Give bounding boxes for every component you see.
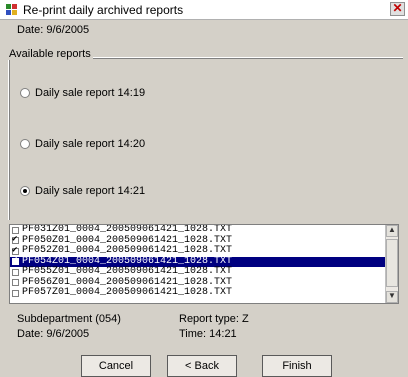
finish-button-label: Finish: [282, 360, 312, 372]
cancel-button-label: Cancel: [98, 360, 134, 372]
back-button[interactable]: < Back: [167, 355, 237, 377]
title-bar: Re-print daily archived reports ✕: [0, 0, 408, 20]
file-name: PF057Z01_0004_200509061421_1028.TXT: [22, 287, 233, 298]
radio-report-1420[interactable]: Daily sale report 14:20: [20, 138, 145, 150]
file-checkbox[interactable]: ✔: [12, 234, 19, 245]
file-checkbox[interactable]: [12, 268, 19, 276]
close-icon: ✕: [392, 1, 403, 15]
check-icon: ✔: [12, 234, 18, 245]
file-name: PF055Z01_0004_200509061421_1028.TXT: [22, 266, 233, 277]
radio-label: Daily sale report 14:21: [35, 185, 146, 197]
scroll-thumb[interactable]: [386, 239, 398, 287]
group-title: Available reports: [7, 48, 93, 60]
file-checkbox[interactable]: [12, 226, 19, 234]
check-icon: ✔: [12, 255, 18, 266]
radio-circle: [20, 139, 30, 149]
chevron-up-icon: ▲: [388, 225, 396, 234]
file-checkbox[interactable]: [12, 279, 19, 287]
file-checkbox[interactable]: ✔: [12, 244, 19, 255]
list-item[interactable]: PF055Z01_0004_200509061421_1028.TXT: [10, 266, 385, 278]
time-label: Time: 14:21: [179, 328, 237, 340]
scroll-up-button[interactable]: ▲: [386, 225, 398, 237]
file-list-scrollbar[interactable]: ▲ ▼: [385, 225, 398, 303]
file-list[interactable]: PF031Z01_0004_200509061421_1028.TXT ✔ PF05…: [9, 224, 399, 304]
cancel-button[interactable]: Cancel: [81, 355, 151, 377]
window-title: Re-print daily archived reports: [23, 3, 184, 17]
finish-button[interactable]: Finish: [262, 355, 332, 377]
subdepartment-label: Subdepartment (054): [17, 313, 121, 325]
chevron-down-icon: ▼: [388, 291, 396, 300]
radio-dot: [23, 189, 27, 193]
scroll-down-button[interactable]: ▼: [386, 291, 398, 303]
report-type-label: Report type: Z: [179, 313, 249, 325]
list-item[interactable]: PF031Z01_0004_200509061421_1028.TXT: [10, 225, 385, 236]
radio-circle: [20, 88, 30, 98]
file-name: PF052Z01_0004_200509061421_1028.TXT: [22, 245, 233, 256]
file-list-items: PF031Z01_0004_200509061421_1028.TXT ✔ PF05…: [10, 225, 385, 303]
date-label: Date: 9/6/2005: [17, 24, 90, 36]
list-item[interactable]: PF057Z01_0004_200509061421_1028.TXT: [10, 287, 385, 299]
app-icon: [6, 4, 17, 15]
radio-circle: [20, 186, 30, 196]
list-item[interactable]: ✔ PF052Z01_0004_200509061421_1028.TXT: [10, 244, 385, 257]
close-button[interactable]: ✕: [390, 1, 405, 16]
file-checkbox[interactable]: [12, 289, 19, 297]
radio-report-1419[interactable]: Daily sale report 14:19: [20, 87, 145, 99]
file-name: PF031Z01_0004_200509061421_1028.TXT: [22, 224, 233, 235]
radio-label: Daily sale report 14:19: [35, 87, 146, 99]
check-icon: ✔: [12, 244, 18, 255]
radio-label: Daily sale report 14:20: [35, 138, 146, 150]
back-button-label: < Back: [185, 360, 219, 372]
detail-date-label: Date: 9/6/2005: [17, 328, 90, 340]
radio-report-1421[interactable]: Daily sale report 14:21: [20, 185, 145, 197]
file-checkbox[interactable]: ✔: [12, 255, 19, 266]
